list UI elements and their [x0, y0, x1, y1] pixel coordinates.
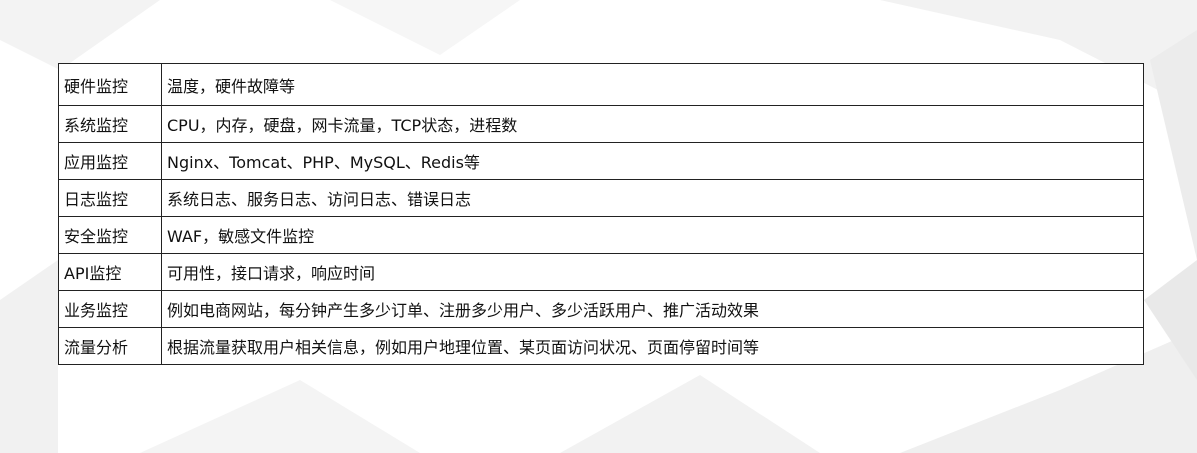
- row-category: 业务监控: [58, 290, 162, 328]
- row-detail: WAF，敏感文件监控: [161, 216, 1144, 254]
- row-detail: 根据流量获取用户相关信息，例如用户地理位置、某页面访问状况、页面停留时间等: [161, 327, 1144, 365]
- table-row: 日志监控 系统日志、服务日志、访问日志、错误日志: [58, 179, 1144, 217]
- row-detail: CPU，内存，硬盘，网卡流量，TCP状态，进程数: [161, 105, 1144, 143]
- row-category: 应用监控: [58, 142, 162, 180]
- table-row: 安全监控 WAF，敏感文件监控: [58, 216, 1144, 254]
- row-detail: 温度，硬件故障等: [161, 63, 1144, 106]
- table-row: 系统监控 CPU，内存，硬盘，网卡流量，TCP状态，进程数: [58, 105, 1144, 143]
- row-detail: 可用性，接口请求，响应时间: [161, 253, 1144, 291]
- table-row: 应用监控 Nginx、Tomcat、PHP、MySQL、Redis等: [58, 142, 1144, 180]
- row-category: 系统监控: [58, 105, 162, 143]
- row-category: 日志监控: [58, 179, 162, 217]
- table-row: 业务监控 例如电商网站，每分钟产生多少订单、注册多少用户、多少活跃用户、推广活动…: [58, 290, 1144, 328]
- row-category: 安全监控: [58, 216, 162, 254]
- table-row: API监控 可用性，接口请求，响应时间: [58, 253, 1144, 291]
- row-detail: 例如电商网站，每分钟产生多少订单、注册多少用户、多少活跃用户、推广活动效果: [161, 290, 1144, 328]
- table-row: 硬件监控 温度，硬件故障等: [58, 63, 1144, 106]
- row-category: 流量分析: [58, 327, 162, 365]
- row-detail: Nginx、Tomcat、PHP、MySQL、Redis等: [161, 142, 1144, 180]
- row-category: API监控: [58, 253, 162, 291]
- monitoring-table: 硬件监控 温度，硬件故障等 系统监控 CPU，内存，硬盘，网卡流量，TCP状态，…: [58, 63, 1144, 365]
- table-row: 流量分析 根据流量获取用户相关信息，例如用户地理位置、某页面访问状况、页面停留时…: [58, 327, 1144, 365]
- row-detail: 系统日志、服务日志、访问日志、错误日志: [161, 179, 1144, 217]
- row-category: 硬件监控: [58, 63, 162, 106]
